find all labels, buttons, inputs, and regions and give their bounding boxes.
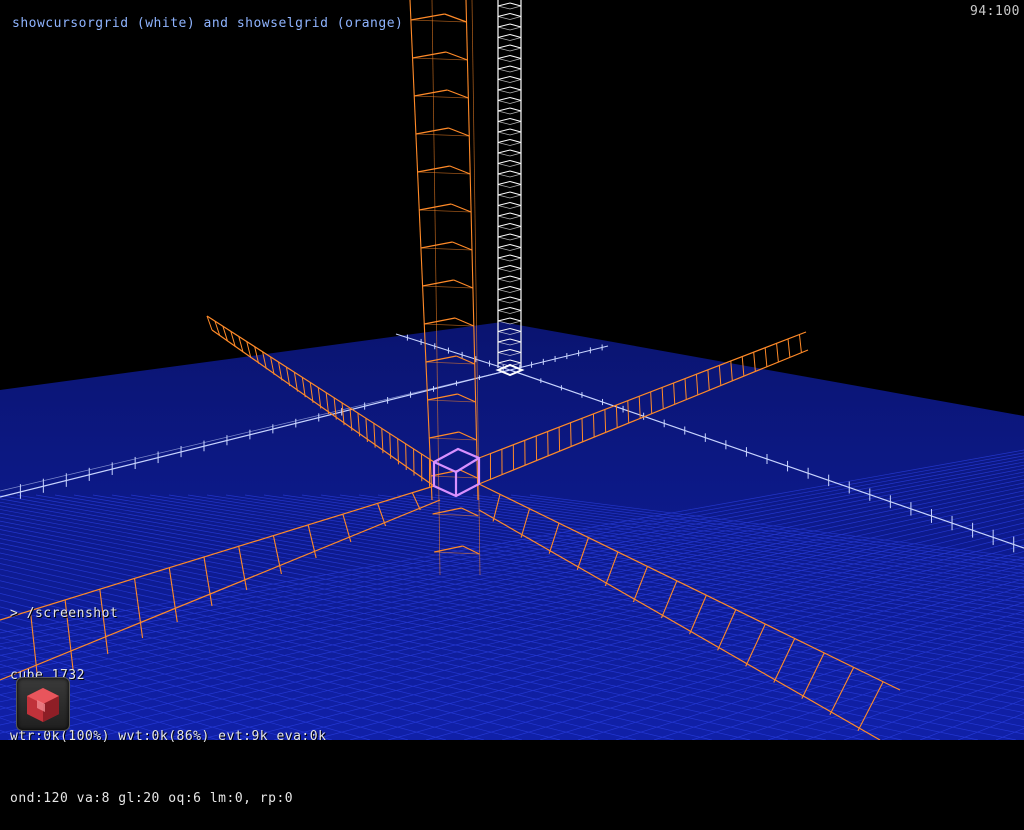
fps-counter: 94:100 <box>970 4 1020 19</box>
edit-cube-icon[interactable] <box>16 677 70 731</box>
cube-glyph-icon <box>17 678 69 730</box>
help-text: showcursorgrid (white) and showselgrid (… <box>12 16 403 31</box>
console-stat-line: ond:120 va:8 gl:20 oq:6 lm:0, rp:0 <box>10 789 326 810</box>
console-prompt-line: > /screenshot <box>10 604 326 625</box>
